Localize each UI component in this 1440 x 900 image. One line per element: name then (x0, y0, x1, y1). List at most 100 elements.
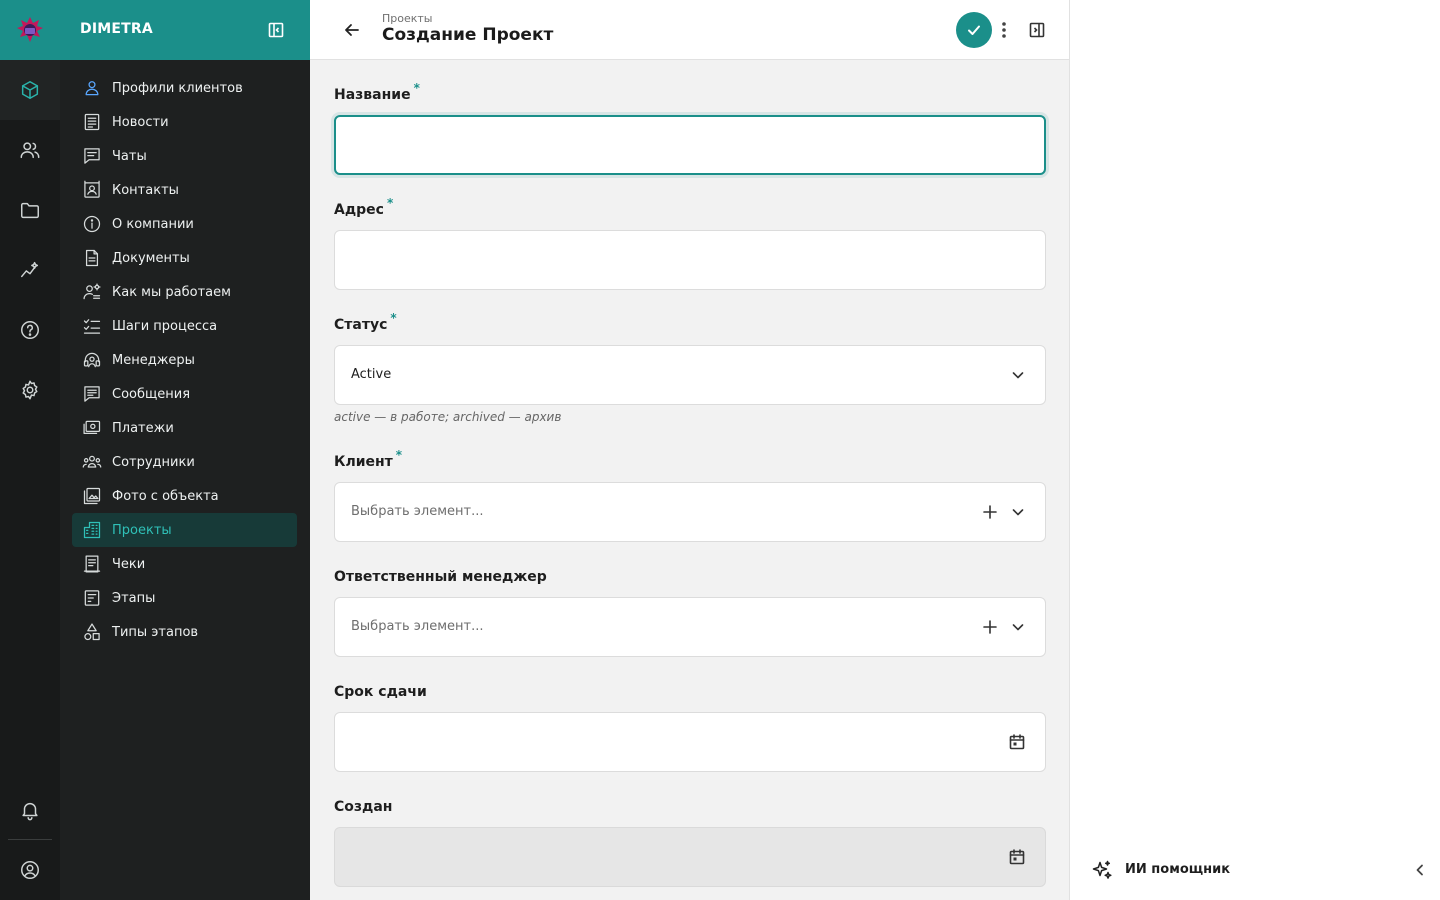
status-hint: active — в работе; archived — архив (334, 410, 562, 424)
address-label: Адрес * (334, 196, 393, 218)
manager-placeholder: Выбрать элемент... (351, 619, 484, 634)
photo-library-icon (83, 487, 101, 505)
nav-list: Профили клиентов Новости Чаты Контакты О… (72, 71, 297, 649)
nav-item-how-we-work[interactable]: Как мы работаем (72, 275, 297, 309)
toggle-side-panel-button[interactable] (1025, 18, 1049, 42)
nav-item-stage-types[interactable]: Типы этапов (72, 615, 297, 649)
manager-label-text: Ответственный менеджер (334, 569, 547, 585)
nav-item-label: Шаги процесса (112, 318, 218, 334)
rail-analytics-button[interactable] (0, 240, 60, 300)
manager-select[interactable]: Выбрать элемент... (334, 597, 1046, 657)
deadline-field[interactable] (334, 712, 1046, 772)
add-manager-button[interactable] (979, 616, 1001, 638)
created-label-text: Создан (334, 799, 393, 815)
chat-icon (84, 148, 100, 164)
folder-icon (21, 202, 39, 219)
nav-item-label: Чеки (112, 556, 146, 572)
payments-icon (83, 420, 101, 435)
add-client-button[interactable] (979, 501, 1001, 523)
person-icon (85, 81, 99, 96)
nav-item-messages[interactable]: Сообщения (72, 377, 297, 411)
nav-item-stages[interactable]: Этапы (72, 581, 297, 615)
status-label: Статус * (334, 311, 397, 333)
nav-item-label: Этапы (112, 590, 156, 606)
client-placeholder: Выбрать элемент... (351, 504, 484, 519)
status-dropdown-toggle[interactable] (1007, 364, 1029, 386)
icon-rail (0, 0, 60, 900)
nav-item-label: Чаты (112, 148, 147, 164)
calendar-icon (1009, 734, 1025, 750)
cube-icon (21, 81, 39, 99)
nav-item-payments[interactable]: Платежи (72, 411, 297, 445)
nav-item-label: Проекты (112, 522, 172, 538)
status-value: Active (351, 367, 392, 382)
nav-item-label: Менеджеры (112, 352, 195, 368)
breadcrumb[interactable]: Проекты (382, 12, 433, 25)
back-button[interactable] (340, 18, 364, 42)
nav-panel: DIMETRA Профили клиентов Новости Чаты Ко… (60, 0, 310, 900)
created-field (334, 827, 1046, 887)
shapes-icon (84, 623, 100, 641)
collapse-sidebar-button[interactable] (264, 18, 288, 42)
plus-icon (983, 505, 997, 519)
person-gear-icon (83, 283, 101, 300)
save-button[interactable] (956, 12, 992, 48)
main-content: Проекты Создание Проект Название * Адрес *… (310, 0, 1070, 900)
deadline-input[interactable] (335, 713, 975, 771)
manager-dropdown-toggle[interactable] (1007, 616, 1029, 638)
deadline-label-text: Срок сдачи (334, 684, 427, 700)
team-icon (82, 455, 102, 468)
more-options-button[interactable] (994, 18, 1014, 42)
nav-item-chats[interactable]: Чаты (72, 139, 297, 173)
rail-users-button[interactable] (0, 120, 60, 180)
nav-item-process-steps[interactable]: Шаги процесса (72, 309, 297, 343)
contact-card-icon (84, 180, 100, 198)
rail-folder-button[interactable] (0, 180, 60, 240)
address-field[interactable] (334, 230, 1046, 290)
app-logo[interactable] (0, 0, 60, 60)
nav-item-label: Типы этапов (112, 624, 199, 640)
info-icon (83, 215, 101, 233)
name-field[interactable] (334, 115, 1046, 175)
checklist-icon (83, 319, 101, 334)
nav-item-label: Профили клиентов (112, 80, 243, 96)
nav-item-site-photos[interactable]: Фото с объекта (72, 479, 297, 513)
nav-item-news[interactable]: Новости (72, 105, 297, 139)
nav-item-managers[interactable]: Менеджеры (72, 343, 297, 377)
status-label-text: Статус (334, 317, 388, 333)
nav-item-label: О компании (112, 216, 194, 232)
stages-icon (84, 590, 100, 606)
nav-item-receipts[interactable]: Чеки (72, 547, 297, 581)
rail-settings-button[interactable] (0, 360, 60, 420)
ai-assistant-bar[interactable]: ИИ помощник (1071, 842, 1440, 898)
rail-profile-button[interactable] (0, 840, 60, 900)
settings-icon (22, 380, 38, 400)
client-select[interactable]: Выбрать элемент... (334, 482, 1046, 542)
more-vertical-icon (1002, 22, 1006, 38)
deadline-calendar-button[interactable] (1006, 731, 1028, 753)
nav-item-client-profiles[interactable]: Профили клиентов (72, 71, 297, 105)
client-dropdown-toggle[interactable] (1007, 501, 1029, 523)
chevron-down-icon (1012, 624, 1024, 631)
arrow-left-icon (345, 24, 359, 36)
nav-item-projects[interactable]: Проекты (72, 513, 297, 547)
nav-item-documents[interactable]: Документы (72, 241, 297, 275)
created-label: Создан (334, 799, 392, 815)
headset-icon (83, 352, 101, 368)
ai-assistant-label[interactable]: ИИ помощник (1125, 862, 1230, 877)
address-input[interactable] (335, 231, 1045, 289)
chevron-down-icon (1012, 372, 1024, 379)
calendar-icon (1009, 849, 1025, 865)
rail-help-button[interactable] (0, 300, 60, 360)
status-select[interactable]: Active (334, 345, 1046, 405)
logo-icon (17, 17, 43, 42)
rail-notifications-button[interactable] (0, 780, 60, 840)
nav-item-employees[interactable]: Сотрудники (72, 445, 297, 479)
nav-item-about-company[interactable]: О компании (72, 207, 297, 241)
news-icon (84, 113, 100, 131)
nav-item-contacts[interactable]: Контакты (72, 173, 297, 207)
rail-cube-button[interactable] (0, 60, 60, 120)
receipt-icon (83, 555, 101, 573)
name-input[interactable] (336, 117, 1044, 173)
expand-assistant-button[interactable] (1409, 859, 1431, 881)
